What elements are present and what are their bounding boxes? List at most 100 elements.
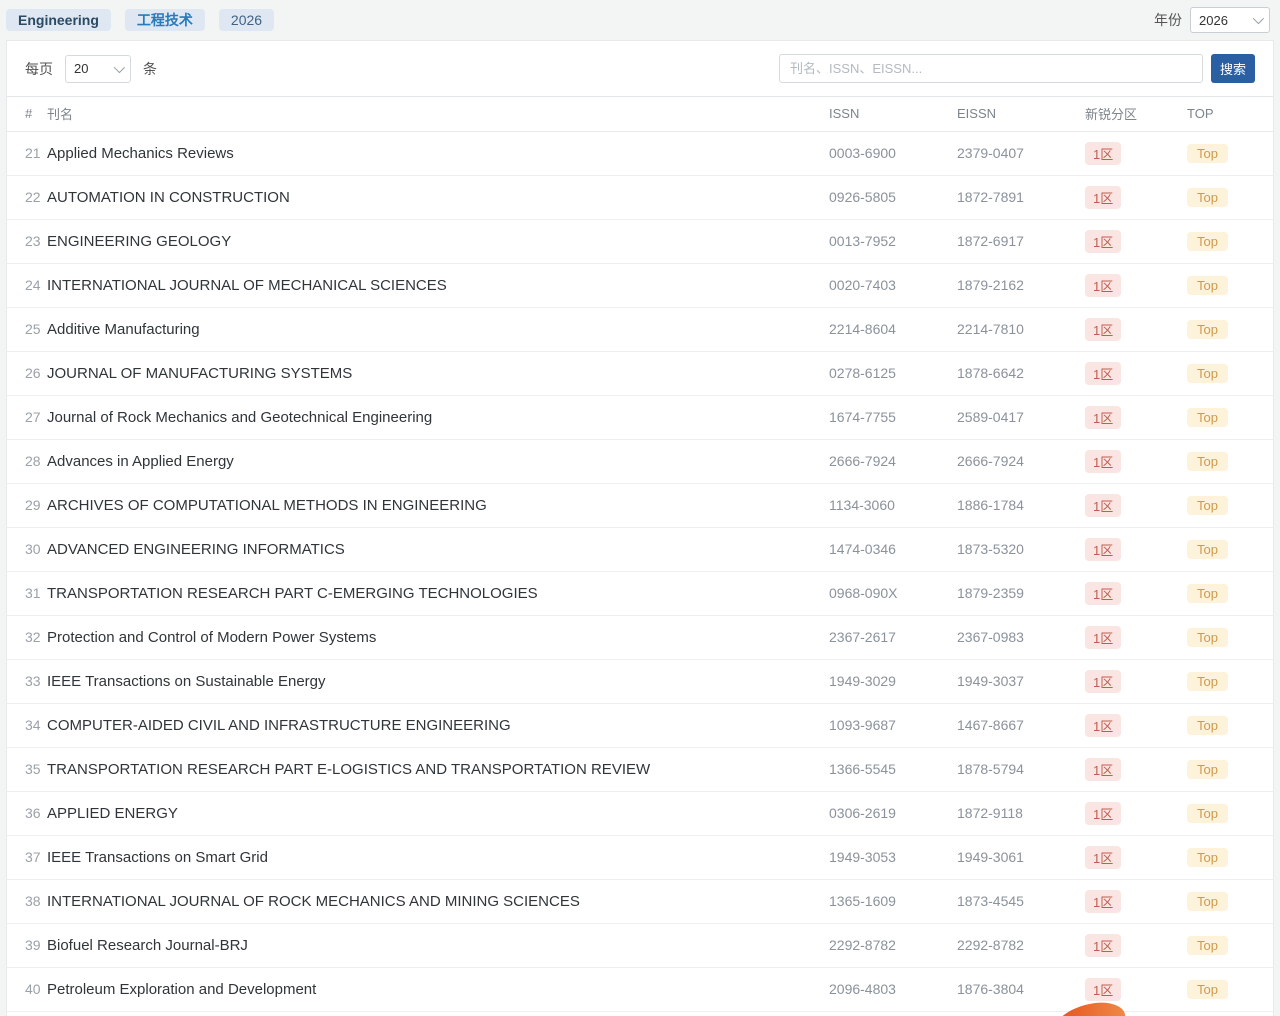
journal-name[interactable]: TRANSPORTATION RESEARCH PART C-EMERGING … [47, 571, 829, 615]
journal-name[interactable]: Advances in Applied Energy [47, 439, 829, 483]
row-rank: 38 [7, 879, 47, 923]
row-eissn: 1879-2359 [957, 571, 1085, 615]
tag-category-cn[interactable]: 工程技术 [125, 9, 205, 31]
row-issn: 1474-0346 [829, 527, 957, 571]
table-row: 28 Advances in Applied Energy 2666-7924 … [7, 439, 1273, 483]
journal-name[interactable]: AUTOMATION IN CONSTRUCTION [47, 175, 829, 219]
row-eissn: 2589-0417 [957, 395, 1085, 439]
top-badge: Top [1187, 936, 1228, 955]
table-row: 22 AUTOMATION IN CONSTRUCTION 0926-5805 … [7, 175, 1273, 219]
row-eissn: 2292-8782 [957, 923, 1085, 967]
journal-name[interactable]: ADVANCED ENGINEERING INFORMATICS [47, 527, 829, 571]
top-badge: Top [1187, 364, 1228, 383]
filter-tags: Engineering 工程技术 2026 [6, 9, 274, 31]
journal-name[interactable]: Petroleum Exploration and Development [47, 967, 829, 1011]
row-issn: 1949-3053 [829, 835, 957, 879]
journal-name[interactable]: Applied Mechanics Reviews [47, 131, 829, 175]
row-rank: 32 [7, 615, 47, 659]
col-header-rank: # [7, 97, 47, 131]
row-issn: 1093-9687 [829, 703, 957, 747]
row-issn: 0020-7403 [829, 263, 957, 307]
row-rank: 34 [7, 703, 47, 747]
journal-name[interactable]: ENGINEERING GEOLOGY [47, 219, 829, 263]
row-eissn: 1879-2162 [957, 263, 1085, 307]
journal-name[interactable]: IEEE Transactions on Smart Grid [47, 835, 829, 879]
row-rank: 27 [7, 395, 47, 439]
row-eissn: 1949-3061 [957, 835, 1085, 879]
journal-name[interactable]: Protection and Control of Modern Power S… [47, 615, 829, 659]
row-rank: 21 [7, 131, 47, 175]
row-issn: 1949-3029 [829, 659, 957, 703]
row-issn: 2292-8782 [829, 923, 957, 967]
top-badge: Top [1187, 452, 1228, 471]
row-rank: 35 [7, 747, 47, 791]
row-eissn: 2214-7810 [957, 307, 1085, 351]
table-header-row: # 刊名 ISSN EISSN 新锐分区 TOP [7, 97, 1273, 131]
zone-badge: 1区 [1085, 582, 1121, 605]
journal-table: # 刊名 ISSN EISSN 新锐分区 TOP 21 Applied Mech… [7, 97, 1273, 1012]
row-eissn: 1876-3804 [957, 967, 1085, 1011]
table-row: 25 Additive Manufacturing 2214-8604 2214… [7, 307, 1273, 351]
zone-badge: 1区 [1085, 846, 1121, 869]
zone-badge: 1区 [1085, 626, 1121, 649]
search-input[interactable] [779, 54, 1203, 83]
top-badge: Top [1187, 496, 1228, 515]
per-page-select[interactable]: 20 [65, 55, 131, 83]
journal-name[interactable]: IEEE Transactions on Sustainable Energy [47, 659, 829, 703]
col-header-top: TOP [1187, 97, 1273, 131]
year-dropdown[interactable]: 2026 [1190, 7, 1270, 33]
table-row: 26 JOURNAL OF MANUFACTURING SYSTEMS 0278… [7, 351, 1273, 395]
top-badge: Top [1187, 672, 1228, 691]
tag-category-en[interactable]: Engineering [6, 9, 111, 31]
zone-badge: 1区 [1085, 274, 1121, 297]
row-eissn: 1873-5320 [957, 527, 1085, 571]
row-eissn: 1886-1784 [957, 483, 1085, 527]
journal-name[interactable]: ARCHIVES OF COMPUTATIONAL METHODS IN ENG… [47, 483, 829, 527]
journal-name[interactable]: INTERNATIONAL JOURNAL OF ROCK MECHANICS … [47, 879, 829, 923]
row-issn: 1366-5545 [829, 747, 957, 791]
chevron-down-icon [1253, 13, 1264, 24]
row-eissn: 1878-5794 [957, 747, 1085, 791]
row-rank: 28 [7, 439, 47, 483]
top-badge: Top [1187, 716, 1228, 735]
row-issn: 2666-7924 [829, 439, 957, 483]
top-badge: Top [1187, 320, 1228, 339]
row-rank: 31 [7, 571, 47, 615]
row-rank: 24 [7, 263, 47, 307]
row-issn: 0968-090X [829, 571, 957, 615]
table-row: 32 Protection and Control of Modern Powe… [7, 615, 1273, 659]
tag-year[interactable]: 2026 [219, 9, 274, 31]
row-eissn: 1872-9118 [957, 791, 1085, 835]
top-badge: Top [1187, 408, 1228, 427]
zone-badge: 1区 [1085, 362, 1121, 385]
table-row: 37 IEEE Transactions on Smart Grid 1949-… [7, 835, 1273, 879]
row-rank: 36 [7, 791, 47, 835]
table-row: 39 Biofuel Research Journal-BRJ 2292-878… [7, 923, 1273, 967]
zone-badge: 1区 [1085, 802, 1121, 825]
row-issn: 1134-3060 [829, 483, 957, 527]
journal-name[interactable]: COMPUTER-AIDED CIVIL AND INFRASTRUCTURE … [47, 703, 829, 747]
table-row: 33 IEEE Transactions on Sustainable Ener… [7, 659, 1273, 703]
table-row: 31 TRANSPORTATION RESEARCH PART C-EMERGI… [7, 571, 1273, 615]
journal-name[interactable]: INTERNATIONAL JOURNAL OF MECHANICAL SCIE… [47, 263, 829, 307]
top-badge: Top [1187, 232, 1228, 251]
top-badge: Top [1187, 848, 1228, 867]
top-badge: Top [1187, 628, 1228, 647]
top-badge: Top [1187, 144, 1228, 163]
journal-name[interactable]: TRANSPORTATION RESEARCH PART E-LOGISTICS… [47, 747, 829, 791]
zone-badge: 1区 [1085, 406, 1121, 429]
top-badge: Top [1187, 276, 1228, 295]
journal-name[interactable]: APPLIED ENERGY [47, 791, 829, 835]
zone-badge: 1区 [1085, 538, 1121, 561]
journal-name[interactable]: Additive Manufacturing [47, 307, 829, 351]
journal-name[interactable]: Journal of Rock Mechanics and Geotechnic… [47, 395, 829, 439]
journal-name[interactable]: Biofuel Research Journal-BRJ [47, 923, 829, 967]
search-button[interactable]: 搜索 [1211, 54, 1255, 83]
journal-name[interactable]: JOURNAL OF MANUFACTURING SYSTEMS [47, 351, 829, 395]
row-rank: 30 [7, 527, 47, 571]
table-controls: 每页 20 条 搜索 [7, 41, 1273, 97]
year-label: 年份 [1154, 10, 1182, 30]
row-rank: 22 [7, 175, 47, 219]
col-header-eissn: EISSN [957, 97, 1085, 131]
row-issn: 0278-6125 [829, 351, 957, 395]
